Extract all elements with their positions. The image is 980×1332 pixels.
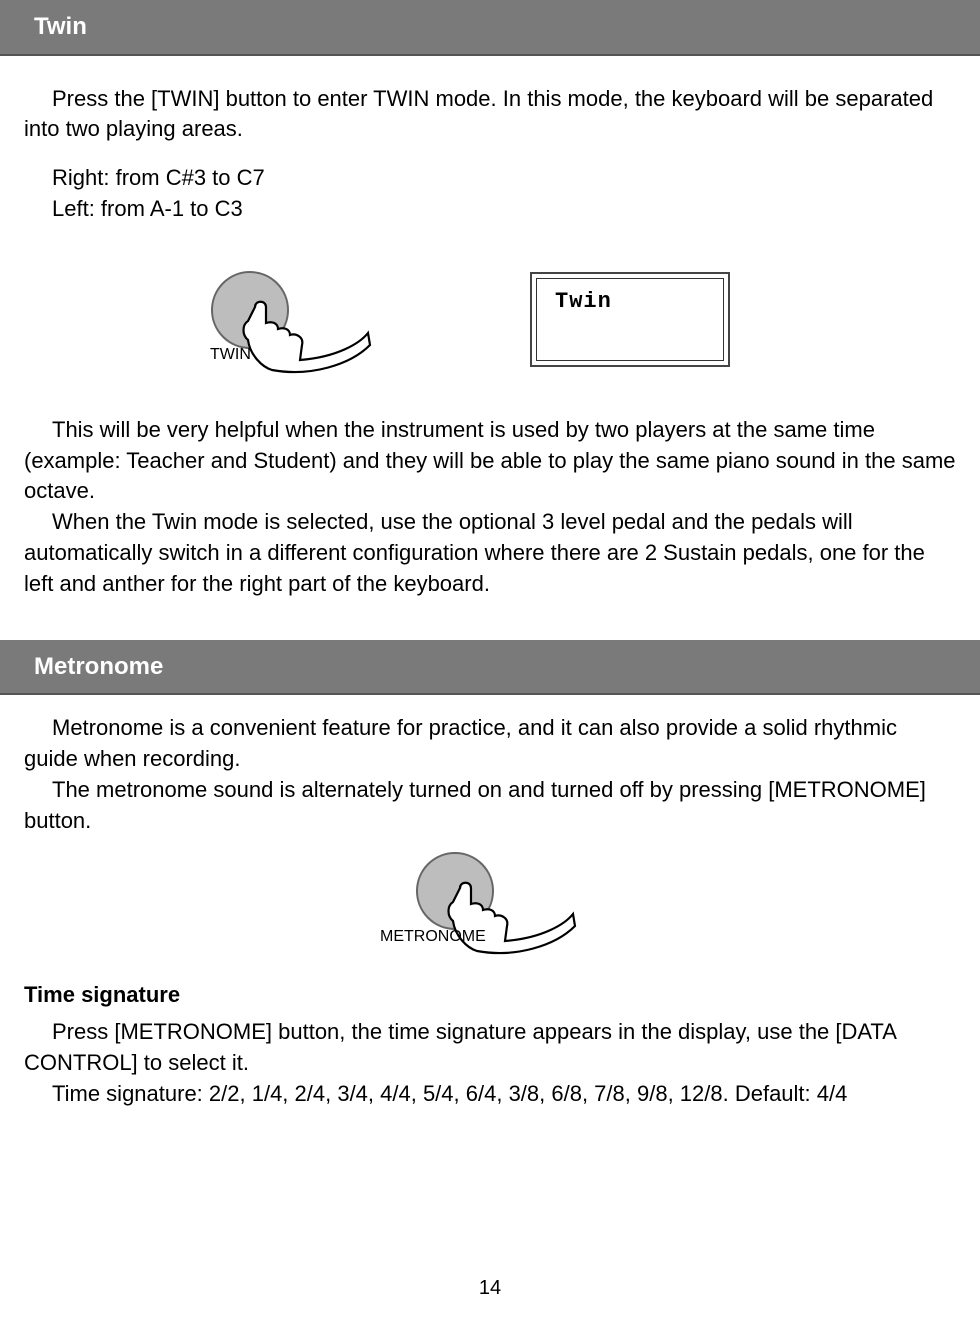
page-number: 14 [0,1274,980,1302]
metronome-p1b: The metronome sound is alternately turne… [24,775,956,837]
metronome-body-1: Metronome is a convenient feature for pr… [0,713,980,836]
twin-button-graphic: TWIN [200,265,380,375]
twin-p1: Press the [TWIN] button to enter TWIN mo… [24,84,956,146]
metronome-p1a: Metronome is a convenient feature for pr… [24,713,956,775]
section-header-metronome: Metronome [0,640,980,696]
twin-p2a: This will be very helpful when the instr… [24,415,956,507]
metronome-button-graphic: METRONOME [390,846,590,956]
metronome-p2a: Press [METRONOME] button, the time signa… [24,1017,956,1079]
metronome-figure: METRONOME [0,846,980,956]
time-signature-heading: Time signature [0,980,980,1011]
twin-range-right: Right: from C#3 to C7 [24,163,956,194]
twin-lcd-text: Twin [536,278,724,361]
twin-lcd-display: Twin [530,272,730,367]
section-header-twin: Twin [0,0,980,56]
twin-button-label: TWIN [210,344,251,366]
metronome-button-label: METRONOME [380,926,486,948]
twin-figure-row: TWIN Twin [200,265,980,375]
metronome-body-2: Press [METRONOME] button, the time signa… [0,1017,980,1109]
twin-range-left: Left: from A-1 to C3 [24,194,956,225]
metronome-p2b: Time signature: 2/2, 1/4, 2/4, 3/4, 4/4,… [24,1079,956,1110]
twin-body-2: This will be very helpful when the instr… [0,415,980,600]
twin-p2b: When the Twin mode is selected, use the … [24,507,956,599]
twin-body-1: Press the [TWIN] button to enter TWIN mo… [0,84,980,225]
